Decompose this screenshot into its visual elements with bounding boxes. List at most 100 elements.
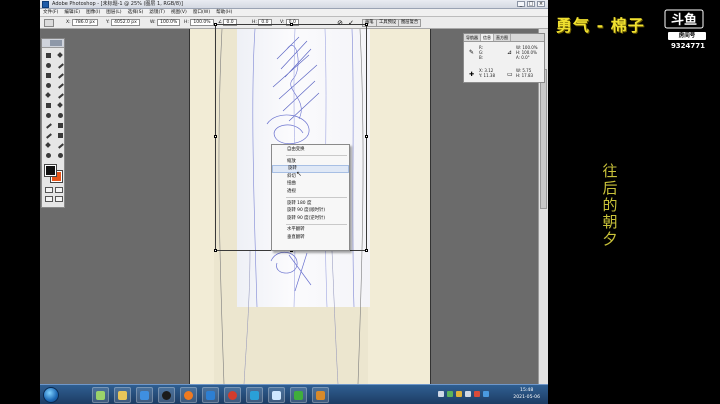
standard-screen-mode-icon[interactable]	[45, 196, 53, 202]
menu-item-free-transform[interactable]: 自由变换	[272, 146, 349, 154]
tray-volume-icon[interactable]	[465, 391, 471, 397]
eraser-tool-icon[interactable]	[44, 101, 53, 110]
notes-tool-icon[interactable]	[44, 141, 53, 150]
transform-handle-top-left[interactable]	[214, 23, 217, 26]
tab-info[interactable]: 信息	[481, 34, 494, 41]
shape-tool-icon[interactable]	[56, 131, 65, 140]
streamer-name: 勇气 - 棉子	[556, 16, 645, 35]
menu-image[interactable]: 图像(I)	[86, 9, 100, 17]
clone-stamp-tool-icon[interactable]	[44, 91, 53, 100]
menu-filter[interactable]: 滤镜(T)	[149, 9, 165, 17]
info-panel-tabs: 导航器 信息 直方图	[464, 34, 544, 42]
tray-ime-icon[interactable]	[483, 391, 489, 397]
taskbar-app-photoshop[interactable]	[202, 387, 219, 403]
taskbar-app-qq[interactable]	[158, 387, 175, 403]
menu-item-rotate[interactable]: 旋转	[272, 165, 349, 173]
taskbar-app-snowflake[interactable]	[268, 387, 285, 403]
brush-tool-icon[interactable]	[56, 81, 65, 90]
taskbar-app-folder[interactable]	[114, 387, 131, 403]
menu-help[interactable]: 帮助(H)	[216, 9, 232, 17]
maximize-button[interactable]: □	[527, 1, 535, 7]
move-tool-icon[interactable]	[56, 51, 65, 60]
marquee-tool-icon[interactable]	[44, 51, 53, 60]
palette-tab-layer-comps[interactable]: 图层复合	[398, 19, 422, 27]
song-title: 往后的朝夕	[602, 162, 618, 248]
start-button[interactable]	[43, 387, 59, 403]
pen-tool-icon[interactable]	[44, 131, 53, 140]
close-button[interactable]: ×	[537, 1, 545, 7]
menu-item-rotate-90-cw[interactable]: 旋转 90 度(顺时针)	[272, 207, 349, 215]
crop-tool-icon[interactable]	[44, 71, 53, 80]
tray-chat-icon[interactable]	[456, 391, 462, 397]
transform-handle-bottom-left[interactable]	[214, 249, 217, 252]
foreground-color-swatch[interactable]	[44, 164, 57, 177]
tool-preset-icon[interactable]	[44, 19, 54, 27]
taskbar-app-game[interactable]	[224, 387, 241, 403]
menu-edit[interactable]: 编辑(E)	[64, 9, 80, 17]
transform-handle-top[interactable]	[290, 23, 293, 26]
menu-item-flip-horizontal[interactable]: 水平翻转	[272, 226, 349, 234]
lasso-tool-icon[interactable]	[44, 61, 53, 70]
taskbar-app-security[interactable]	[290, 387, 307, 403]
healing-brush-tool-icon[interactable]	[44, 81, 53, 90]
menu-file[interactable]: 文件(F)	[43, 9, 58, 17]
tray-app-icon[interactable]	[474, 391, 480, 397]
eyedropper-tool-icon[interactable]	[56, 141, 65, 150]
toolbox-header[interactable]	[42, 39, 64, 48]
menu-item-distort[interactable]: 扭曲	[272, 180, 349, 188]
h-input[interactable]: 100.0%	[190, 19, 214, 26]
photoshop-screen: Adobe Photoshop - [未标题-1 @ 25% (图层 1, RG…	[40, 0, 548, 404]
menu-item-rotate-90-ccw[interactable]: 旋转 90 度(逆时针)	[272, 215, 349, 223]
menu-view[interactable]: 视图(V)	[171, 9, 187, 17]
help-icon	[316, 391, 325, 400]
slice-tool-icon[interactable]	[56, 71, 65, 80]
transform-handle-top-right[interactable]	[365, 23, 368, 26]
menu-item-rotate-180[interactable]: 旋转 180 度	[272, 200, 349, 208]
menu-select[interactable]: 选择(S)	[128, 9, 144, 17]
menu-bar: 文件(F) 编辑(E) 图像(I) 图层(L) 选择(S) 滤镜(T) 视图(V…	[40, 9, 548, 17]
menu-item-perspective[interactable]: 透视	[272, 188, 349, 196]
minimize-button[interactable]: _	[517, 1, 525, 7]
notepad-icon	[96, 391, 105, 400]
menu-layer[interactable]: 图层(L)	[106, 9, 121, 17]
taskbar-app-notepad[interactable]	[92, 387, 109, 403]
menu-item-flip-vertical[interactable]: 垂直翻转	[272, 234, 349, 242]
menu-item-skew[interactable]: 斜切	[272, 173, 349, 181]
y-input[interactable]: 4052.0 px	[111, 19, 140, 26]
taskbar-app-media-player[interactable]	[136, 387, 153, 403]
quick-mask-mode-icon[interactable]	[55, 187, 63, 193]
hand-tool-icon[interactable]	[44, 151, 53, 160]
dodge-tool-icon[interactable]	[56, 111, 65, 120]
palette-tab-tool-presets[interactable]: 工具预设	[376, 19, 400, 27]
gradient-tool-icon[interactable]	[56, 101, 65, 110]
zoom-tool-icon[interactable]	[56, 151, 65, 160]
photoshop-icon	[206, 391, 215, 400]
tab-navigator[interactable]: 导航器	[464, 34, 481, 41]
menu-window[interactable]: 窗口(W)	[193, 9, 210, 17]
tab-histogram[interactable]: 直方图	[494, 34, 511, 41]
tray-security-icon[interactable]	[447, 391, 453, 397]
taskbar-app-ime[interactable]	[246, 387, 263, 403]
taskbar-app-help[interactable]	[312, 387, 329, 403]
scrollbar-thumb[interactable]	[540, 69, 547, 209]
game-icon	[228, 391, 237, 400]
taskbar-app-browser[interactable]	[180, 387, 197, 403]
full-screen-menu-mode-icon[interactable]	[55, 196, 63, 202]
history-brush-tool-icon[interactable]	[56, 91, 65, 100]
path-selection-tool-icon[interactable]	[44, 121, 53, 130]
standard-mode-icon[interactable]	[45, 187, 53, 193]
x-input[interactable]: 786.0 px	[72, 19, 98, 26]
w-input[interactable]: 100.0%	[157, 19, 181, 26]
transform-handle-left[interactable]	[214, 135, 217, 138]
info-y-label: Y:	[479, 73, 483, 78]
douyu-logo-text: 斗鱼	[671, 12, 697, 28]
type-tool-icon[interactable]	[56, 121, 65, 130]
blur-tool-icon[interactable]	[44, 111, 53, 120]
transform-handle-right[interactable]	[365, 135, 368, 138]
tray-clock[interactable]: 15:48 2021-05-06	[513, 387, 540, 401]
transform-handle-bottom-right[interactable]	[365, 249, 368, 252]
tray-network-icon[interactable]	[438, 391, 444, 397]
magic-wand-tool-icon[interactable]	[56, 61, 65, 70]
menu-item-scale[interactable]: 缩放	[272, 158, 349, 166]
system-tray: 15:48 2021-05-06	[434, 385, 546, 404]
